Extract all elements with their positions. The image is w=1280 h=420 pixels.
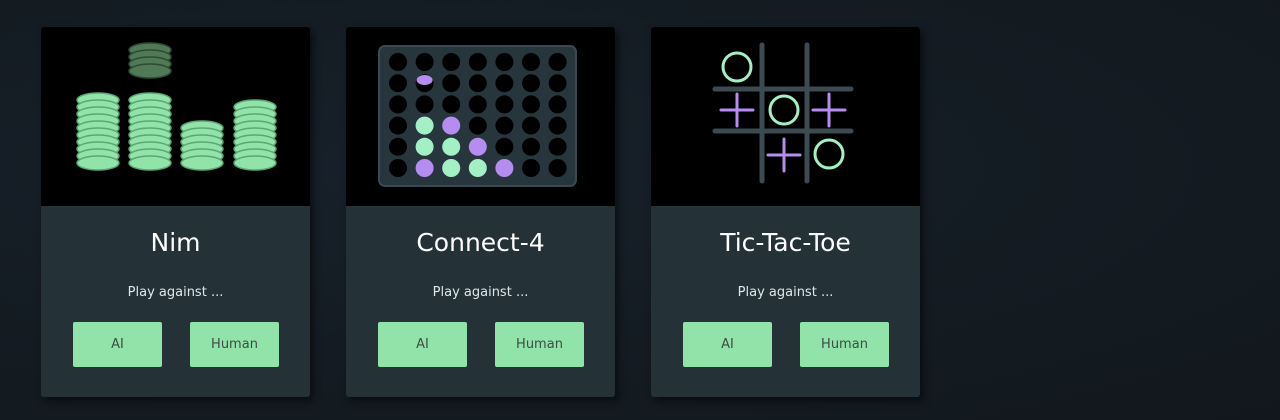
game-title: Connect-4: [416, 228, 545, 257]
game-card-nim: Nim Play against ... AI Human: [41, 27, 310, 397]
opponent-buttons: AI Human: [346, 322, 615, 367]
game-card-connect-4: Connect-4 Play against ... AI Human: [346, 27, 615, 397]
play-ai-button[interactable]: AI: [683, 322, 772, 367]
coin-stacks-icon: [41, 27, 310, 206]
connect-four-board-icon: [346, 27, 615, 206]
game-subtitle: Play against ...: [737, 285, 834, 300]
game-title: Nim: [150, 228, 201, 257]
opponent-buttons: AI Human: [651, 322, 920, 367]
play-ai-button[interactable]: AI: [378, 322, 467, 367]
tic-tac-toe-grid-icon: [651, 27, 920, 206]
play-human-button[interactable]: Human: [800, 322, 889, 367]
play-human-button[interactable]: Human: [190, 322, 279, 367]
game-selection-page: Nim Play against ... AI Human Connect-4 …: [0, 0, 1280, 420]
play-human-button[interactable]: Human: [495, 322, 584, 367]
opponent-buttons: AI Human: [41, 322, 310, 367]
game-subtitle: Play against ...: [127, 285, 224, 300]
game-title: Tic-Tac-Toe: [720, 228, 851, 257]
play-ai-button[interactable]: AI: [73, 322, 162, 367]
game-subtitle: Play against ...: [432, 285, 529, 300]
game-card-list: Nim Play against ... AI Human Connect-4 …: [41, 27, 920, 397]
game-card-tic-tac-toe: Tic-Tac-Toe Play against ... AI Human: [651, 27, 920, 397]
